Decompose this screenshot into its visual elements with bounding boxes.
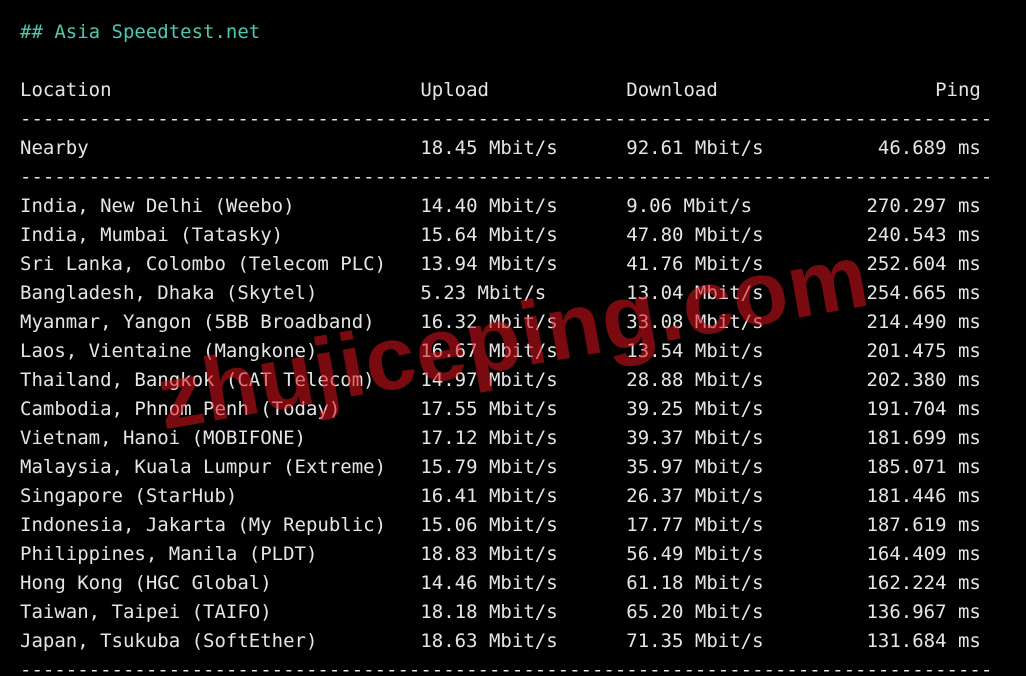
data-rows: India, New Delhi (Weebo) 14.40 Mbit/s 9.…	[20, 195, 981, 652]
divider: ----------------------------------------…	[20, 166, 992, 188]
nearby-row: Nearby 18.45 Mbit/s 92.61 Mbit/s 46.689 …	[20, 137, 981, 159]
terminal-output: ## Asia Speedtest.net Location Upload Do…	[0, 0, 1026, 676]
divider: ----------------------------------------…	[20, 108, 992, 130]
header-row: Location Upload Download Ping	[20, 79, 981, 101]
divider: ----------------------------------------…	[20, 659, 992, 676]
section-title: ## Asia Speedtest.net	[20, 21, 260, 43]
